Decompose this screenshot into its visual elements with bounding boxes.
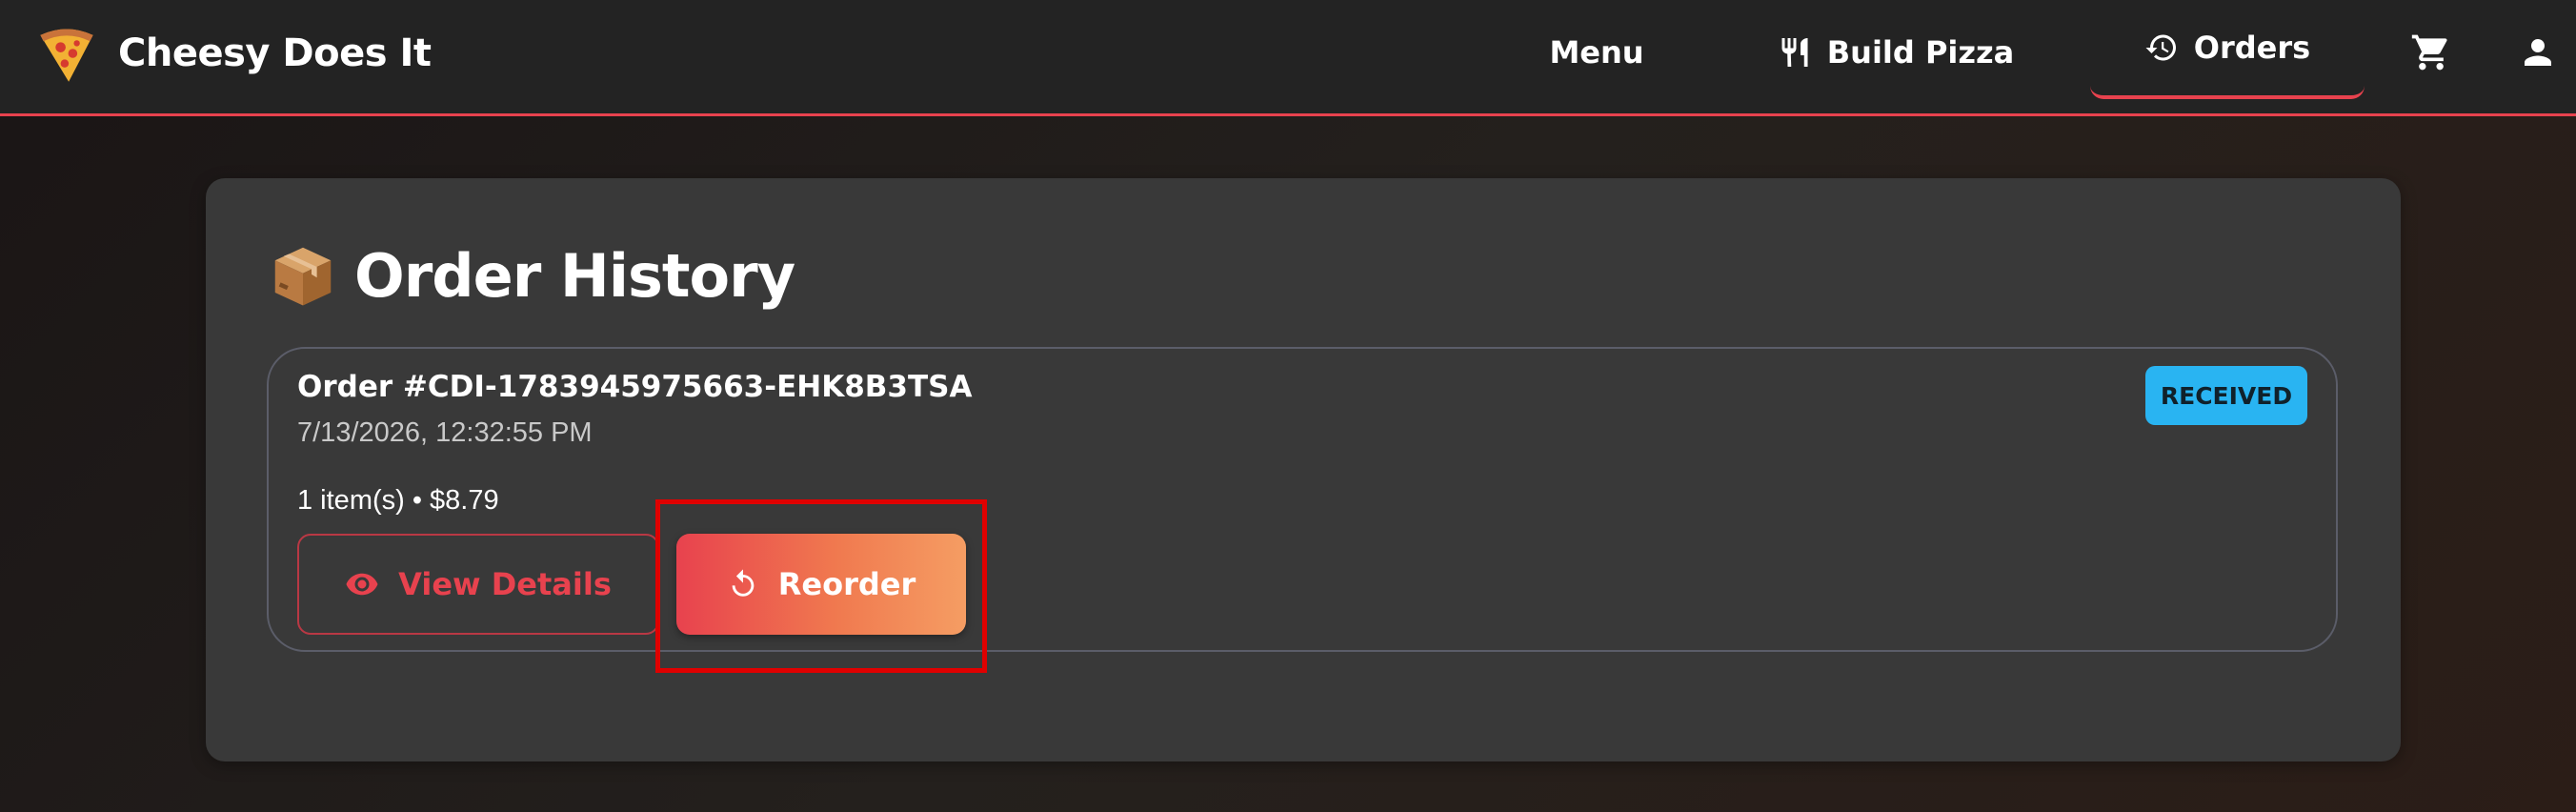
pizza-slice-icon [40, 29, 93, 82]
order-history-card: Order History Order #CDI-1783945975663-E… [206, 178, 2401, 761]
nav-menu-label: Menu [1549, 34, 1644, 71]
reorder-button[interactable]: Reorder [676, 534, 966, 635]
order-date: 7/13/2026, 12:32:55 PM [297, 417, 593, 448]
nav-menu[interactable]: Menu [1515, 21, 1679, 84]
view-details-label: View Details [398, 566, 612, 602]
brand[interactable]: Cheesy Does It [34, 17, 432, 90]
status-badge: RECEIVED [2145, 366, 2307, 425]
nav-build-pizza-label: Build Pizza [1826, 34, 2015, 71]
eye-icon [346, 573, 378, 596]
cart-icon [2411, 34, 2447, 71]
page-title-text: Order History [354, 240, 795, 311]
account-icon [2525, 39, 2551, 66]
history-icon [2145, 34, 2176, 61]
account-button[interactable] [2507, 21, 2568, 84]
package-box-icon [274, 247, 332, 306]
fork-knife-icon [1781, 38, 1808, 67]
nav-build-pizza[interactable]: Build Pizza [1772, 21, 2020, 84]
page-title: Order History [269, 237, 795, 314]
reorder-label: Reorder [777, 566, 916, 602]
order-summary: 1 item(s) • $8.79 [297, 485, 499, 516]
nav-orders[interactable]: Orders [2090, 19, 2365, 99]
view-details-button[interactable]: View Details [297, 534, 659, 635]
top-navbar: Cheesy Does It Menu Build Pizza Orders [0, 0, 2576, 116]
order-number: Order #CDI-1783945975663-EHK8B3TSA [297, 370, 973, 404]
cart-button[interactable] [2401, 21, 2462, 84]
reorder-icon [732, 569, 755, 597]
brand-title: Cheesy Does It [118, 31, 432, 75]
nav-orders-label: Orders [2193, 30, 2311, 66]
order-card: Order #CDI-1783945975663-EHK8B3TSA 7/13/… [267, 347, 2338, 652]
